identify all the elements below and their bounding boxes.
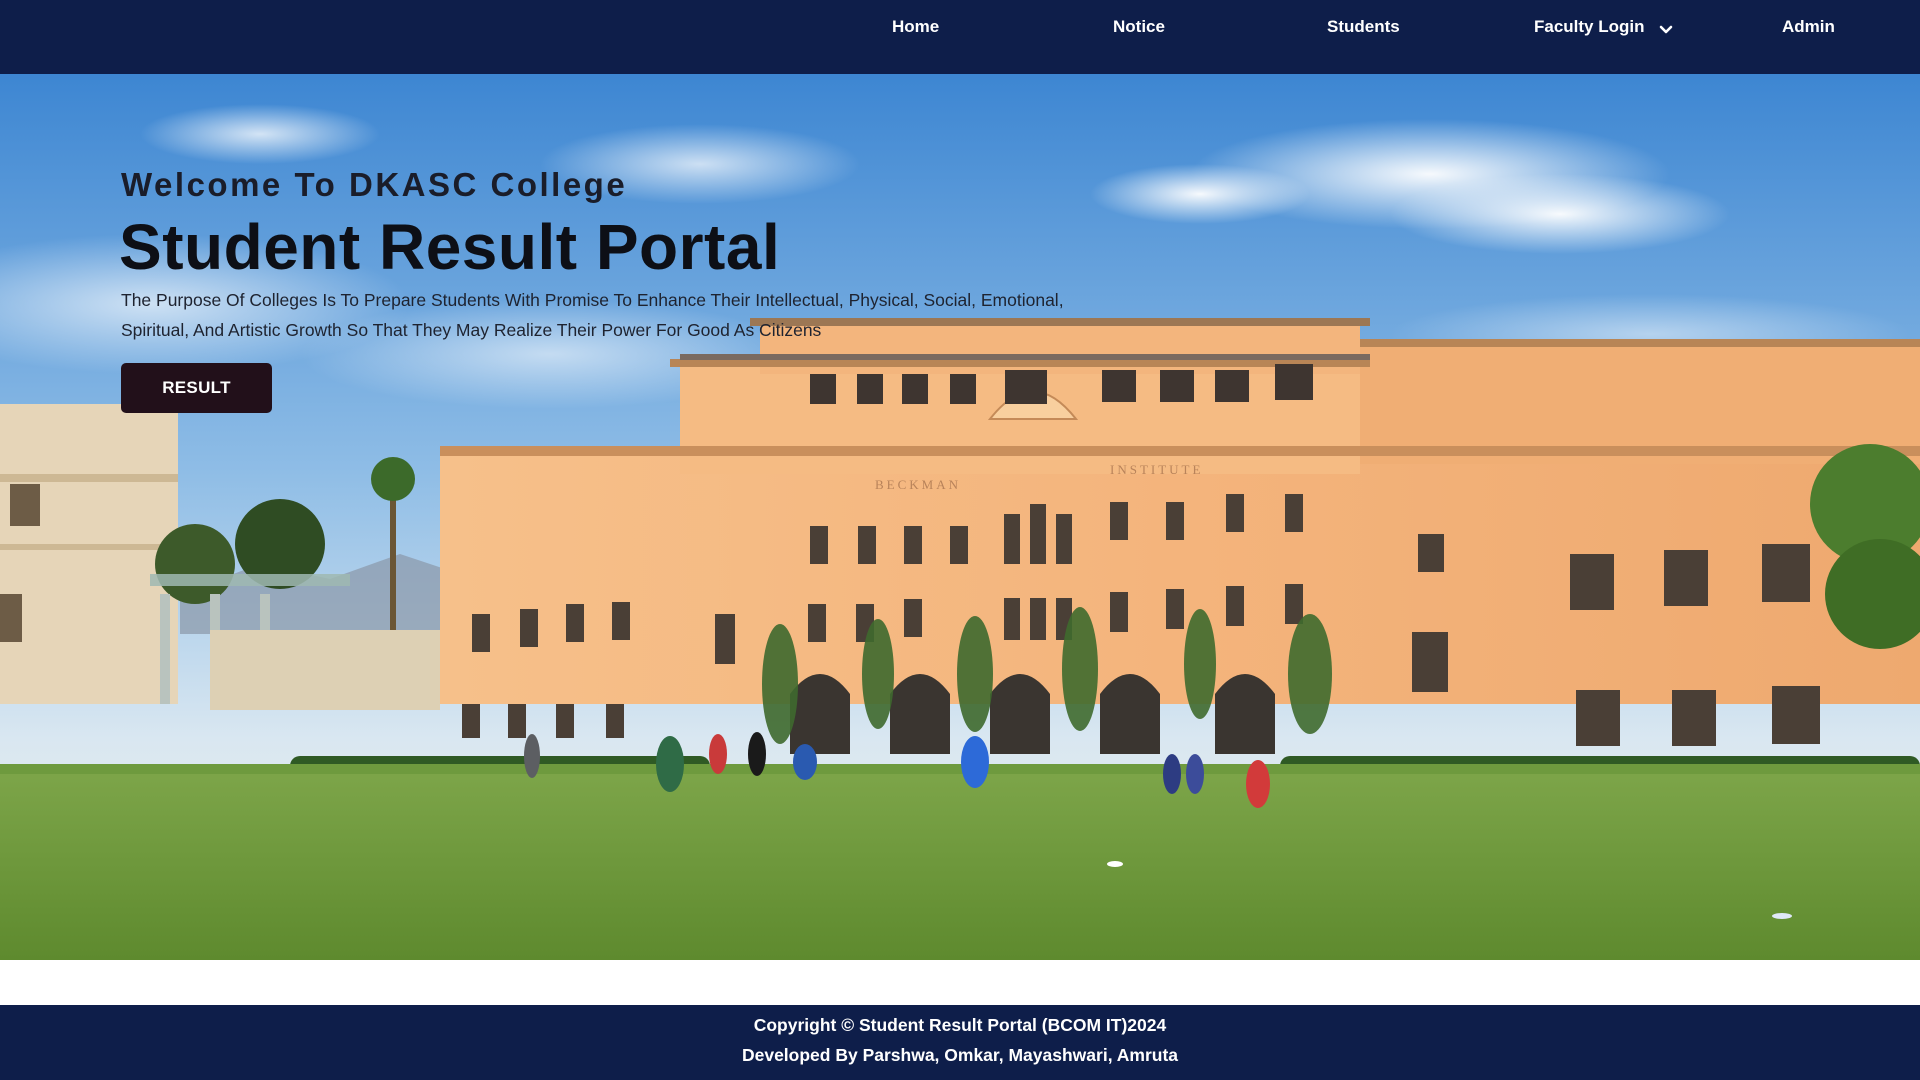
nav-admin-link[interactable]: Admin [1782, 0, 1835, 54]
page-title: Student Result Portal [119, 211, 781, 283]
top-navbar: Home Notice Students Faculty Login Admin [0, 0, 1920, 74]
nav-notice-link[interactable]: Notice [1113, 0, 1165, 54]
nav-home-link[interactable]: Home [892, 0, 939, 54]
developers-credit-text: Developed By Parshwa, Omkar, Mayashwari,… [741, 1045, 1179, 1065]
nav-faculty-login-dropdown[interactable]: Faculty Login [1534, 0, 1673, 54]
svg-text:INSTITUTE: INSTITUTE [1110, 462, 1203, 477]
welcome-heading: Welcome To DKASC College [121, 166, 628, 203]
page-footer: Copyright © Student Result Portal (BCOM … [0, 1005, 1920, 1080]
copyright-text: Copyright © Student Result Portal (BCOM … [753, 1015, 1167, 1035]
nav-students-link[interactable]: Students [1327, 0, 1400, 54]
chevron-down-icon [1659, 25, 1673, 33]
result-button[interactable]: RESULT [121, 363, 272, 413]
nav-faculty-login-label: Faculty Login [1534, 17, 1645, 36]
svg-text:BECKMAN: BECKMAN [875, 477, 961, 492]
college-purpose-text: The Purpose Of Colleges Is To Prepare St… [121, 290, 1064, 340]
campus-background-image: BECKMAN INSTITUTE [0, 74, 1920, 960]
hero-banner: BECKMAN INSTITUTE Welcome To DKASC Colle… [0, 74, 1920, 960]
